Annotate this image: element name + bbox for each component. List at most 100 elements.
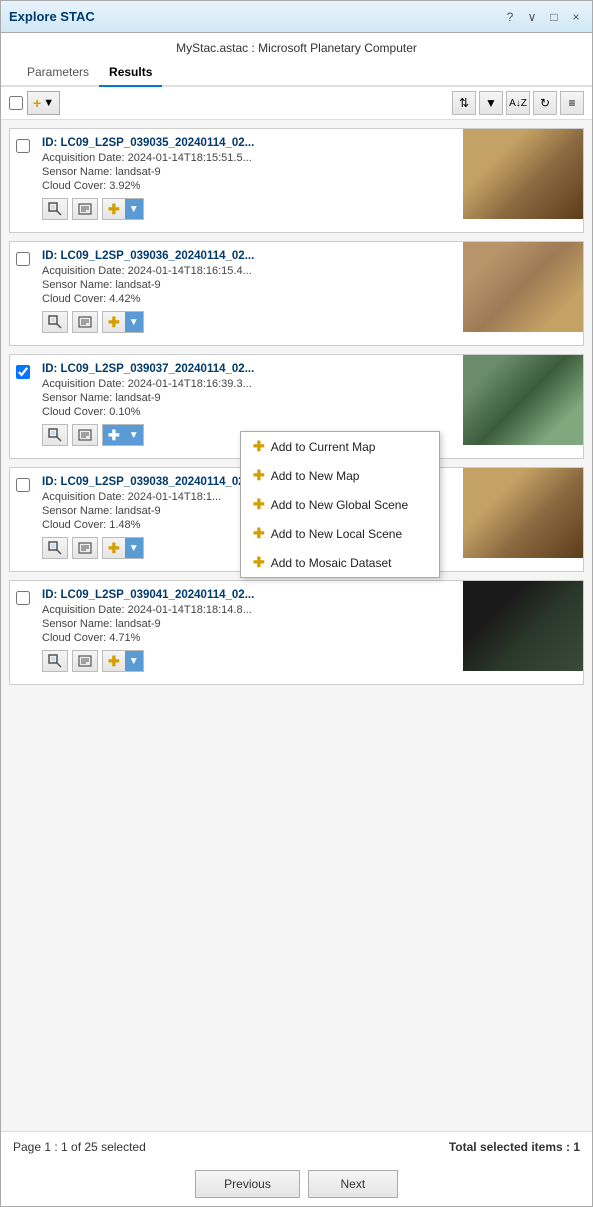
add-to-current-map-option[interactable]: ✚ Add to Current Map xyxy=(241,432,439,461)
result-id: ID: LC09_L2SP_039037_20240114_02... xyxy=(42,363,457,375)
tab-results[interactable]: Results xyxy=(99,59,162,87)
titlebar: Explore STAC ? ∨ □ × xyxy=(1,1,592,33)
dropdown-button[interactable]: ∨ xyxy=(524,9,540,25)
zoom-to-button[interactable] xyxy=(42,424,68,446)
pagination-controls: Previous Next xyxy=(1,1162,592,1206)
info-detail-button[interactable] xyxy=(72,650,98,672)
info-button[interactable]: ≡ xyxy=(560,91,584,115)
item-add-button[interactable]: ✚ ▼ xyxy=(102,650,144,672)
item-checkbox[interactable] xyxy=(16,365,30,379)
add-to-new-local-scene-option[interactable]: ✚ Add to New Local Scene xyxy=(241,519,439,548)
item-add-plus-icon: ✚ xyxy=(103,538,125,558)
result-checkbox-area xyxy=(10,581,36,684)
result-thumbnail xyxy=(463,242,583,332)
result-checkbox-area xyxy=(10,355,36,458)
main-window: Explore STAC ? ∨ □ × MyStac.astac : Micr… xyxy=(0,0,593,1207)
add-current-map-icon: ✚ xyxy=(253,438,265,455)
zoom-to-button[interactable] xyxy=(42,537,68,559)
item-add-caret-icon: ▼ xyxy=(125,312,143,332)
sort-direction-button[interactable]: ⇅ xyxy=(452,91,476,115)
result-details: ID: LC09_L2SP_039036_20240114_02... Acqu… xyxy=(36,242,463,345)
info-detail-button[interactable] xyxy=(72,198,98,220)
result-checkbox-area xyxy=(10,242,36,345)
tab-bar: Parameters Results xyxy=(1,59,592,87)
result-details: ID: LC09_L2SP_039041_20240114_02... Acqu… xyxy=(36,581,463,684)
add-to-mosaic-dataset-option[interactable]: ✚ Add to Mosaic Dataset xyxy=(241,548,439,577)
add-new-map-icon: ✚ xyxy=(253,467,265,484)
result-item: ID: LC09_L2SP_039035_20240114_02... Acqu… xyxy=(9,128,584,233)
result-cloud: Cloud Cover: 4.42% xyxy=(42,293,457,305)
sort-az-button[interactable]: A↓Z xyxy=(506,91,530,115)
result-sensor: Sensor Name: landsat-9 xyxy=(42,279,457,291)
result-sensor: Sensor Name: landsat-9 xyxy=(42,392,457,404)
result-thumbnail xyxy=(463,129,583,219)
previous-button[interactable]: Previous xyxy=(195,1170,300,1198)
help-button[interactable]: ? xyxy=(502,9,518,25)
item-add-caret-icon: ▼ xyxy=(125,651,143,671)
result-item: ID: LC09_L2SP_039041_20240114_02... Acqu… xyxy=(9,580,584,685)
maximize-button[interactable]: □ xyxy=(546,9,562,25)
result-action-bar: ✚ ▼ xyxy=(42,650,457,676)
result-thumbnail xyxy=(463,581,583,671)
zoom-to-button[interactable] xyxy=(42,311,68,333)
result-acquisition: Acquisition Date: 2024-01-14T18:16:39.3.… xyxy=(42,378,457,390)
result-checkbox-area xyxy=(10,468,36,571)
item-add-button-active[interactable]: ✚ ▼ xyxy=(102,424,144,446)
results-toolbar: + ▼ ⇅ ▼ A↓Z ↻ ≡ xyxy=(1,87,592,120)
result-details: ID: LC09_L2SP_039035_20240114_02... Acqu… xyxy=(36,129,463,232)
result-acquisition: Acquisition Date: 2024-01-14T18:15:51.5.… xyxy=(42,152,457,164)
result-acquisition: Acquisition Date: 2024-01-14T18:18:14.8.… xyxy=(42,604,457,616)
add-to-new-map-option[interactable]: ✚ Add to New Map xyxy=(241,461,439,490)
item-checkbox[interactable] xyxy=(16,478,30,492)
result-acquisition: Acquisition Date: 2024-01-14T18:16:15.4.… xyxy=(42,265,457,277)
item-add-button[interactable]: ✚ ▼ xyxy=(102,311,144,333)
info-detail-button[interactable] xyxy=(72,311,98,333)
toolbar-right-group: ⇅ ▼ A↓Z ↻ ≡ xyxy=(452,91,584,115)
window-title: Explore STAC xyxy=(9,9,502,24)
item-add-caret-icon: ▼ xyxy=(125,538,143,558)
result-id: ID: LC09_L2SP_039041_20240114_02... xyxy=(42,589,457,601)
item-add-caret-icon: ▼ xyxy=(125,199,143,219)
item-add-plus-icon: ✚ xyxy=(103,651,125,671)
plus-icon: + xyxy=(33,95,41,111)
add-local-scene-icon: ✚ xyxy=(253,525,265,542)
zoom-to-button[interactable] xyxy=(42,650,68,672)
item-checkbox[interactable] xyxy=(16,139,30,153)
item-add-plus-icon: ✚ xyxy=(103,312,125,332)
refresh-button[interactable]: ↻ xyxy=(533,91,557,115)
item-checkbox[interactable] xyxy=(16,252,30,266)
sort-dropdown-button[interactable]: ▼ xyxy=(479,91,503,115)
result-id: ID: LC09_L2SP_039035_20240114_02... xyxy=(42,137,457,149)
footer-bar: Page 1 : 1 of 25 selected Total selected… xyxy=(1,1131,592,1162)
info-detail-button[interactable] xyxy=(72,424,98,446)
add-mosaic-icon: ✚ xyxy=(253,554,265,571)
item-add-plus-icon: ✚ xyxy=(103,425,125,445)
select-all-checkbox[interactable] xyxy=(9,96,23,110)
close-button[interactable]: × xyxy=(568,9,584,25)
caret-icon: ▼ xyxy=(43,97,54,109)
add-global-scene-icon: ✚ xyxy=(253,496,265,513)
item-add-button[interactable]: ✚ ▼ xyxy=(102,198,144,220)
item-checkbox[interactable] xyxy=(16,591,30,605)
result-cloud: Cloud Cover: 3.92% xyxy=(42,180,457,192)
connection-subtitle: MyStac.astac : Microsoft Planetary Compu… xyxy=(1,33,592,59)
result-sensor: Sensor Name: landsat-9 xyxy=(42,618,457,630)
result-cloud: Cloud Cover: 4.71% xyxy=(42,632,457,644)
add-dropdown-menu: ✚ Add to Current Map ✚ Add to New Map ✚ … xyxy=(240,431,440,578)
result-thumbnail xyxy=(463,355,583,445)
tab-parameters[interactable]: Parameters xyxy=(17,59,99,87)
add-to-map-button[interactable]: + ▼ xyxy=(27,91,60,115)
result-checkbox-area xyxy=(10,129,36,232)
result-id: ID: LC09_L2SP_039036_20240114_02... xyxy=(42,250,457,262)
total-selected: Total selected items : 1 xyxy=(449,1140,580,1154)
result-item: ID: LC09_L2SP_039037_20240114_02... Acqu… xyxy=(9,354,584,459)
add-to-new-global-scene-option[interactable]: ✚ Add to New Global Scene xyxy=(241,490,439,519)
result-cloud: Cloud Cover: 0.10% xyxy=(42,406,457,418)
info-detail-button[interactable] xyxy=(72,537,98,559)
zoom-to-button[interactable] xyxy=(42,198,68,220)
item-add-button[interactable]: ✚ ▼ xyxy=(102,537,144,559)
window-controls: ? ∨ □ × xyxy=(502,9,584,25)
page-info: Page 1 : 1 of 25 selected xyxy=(13,1140,146,1154)
next-button[interactable]: Next xyxy=(308,1170,398,1198)
result-action-bar: ✚ ▼ xyxy=(42,198,457,224)
